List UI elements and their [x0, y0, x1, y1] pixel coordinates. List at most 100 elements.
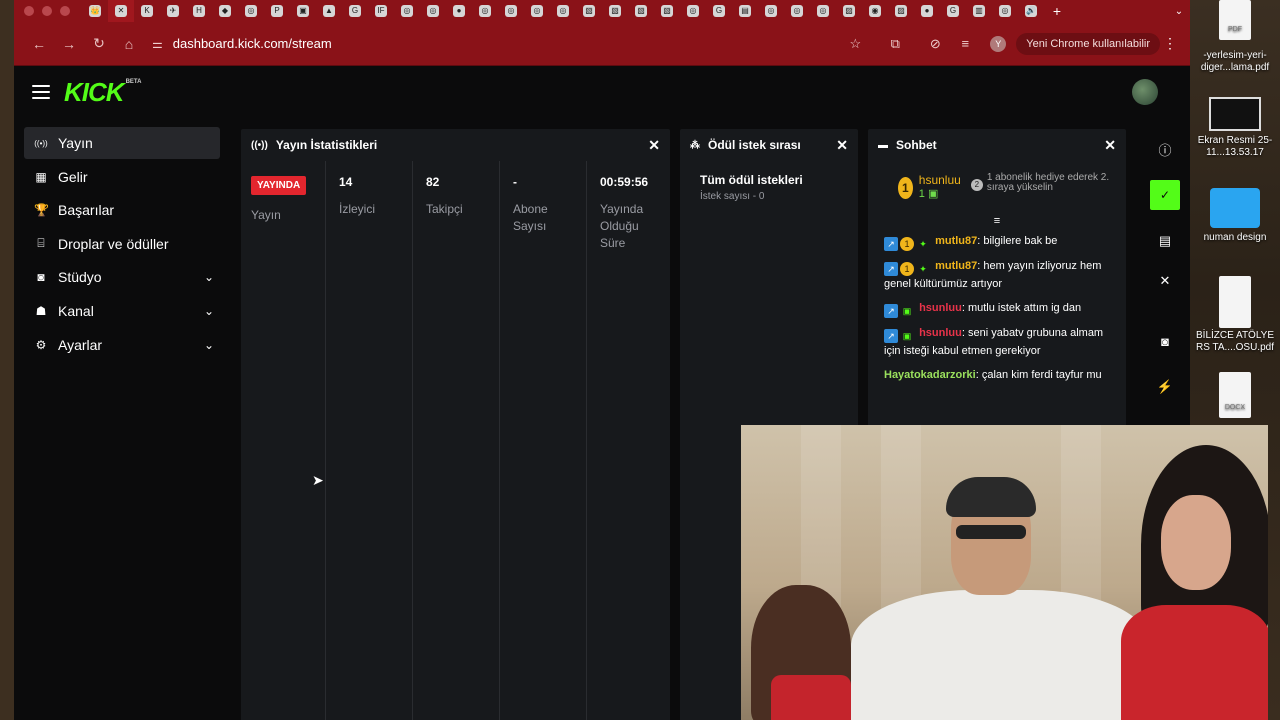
- browser-tab[interactable]: ◎: [992, 0, 1018, 22]
- browser-tab[interactable]: ▲: [316, 0, 342, 22]
- desktop-file-docx[interactable]: DOCX: [1190, 372, 1280, 420]
- sidebar-item-achievements[interactable]: 🏆 Başarılar: [24, 194, 220, 226]
- site-info-icon[interactable]: ⚌: [152, 37, 163, 51]
- forward-button[interactable]: →: [54, 36, 84, 52]
- sidebar-item-stream[interactable]: ((•)) Yayın: [24, 127, 220, 159]
- profile-avatar[interactable]: Y: [990, 35, 1007, 52]
- chat-username[interactable]: mutlu87: [935, 260, 977, 272]
- sidebar-item-revenue[interactable]: ▦ Gelir: [24, 161, 220, 193]
- browser-tab[interactable]: ◎: [420, 0, 446, 22]
- layout-icon[interactable]: ▤: [1147, 221, 1183, 261]
- browser-tab[interactable]: P: [264, 0, 290, 22]
- checkmark-button[interactable]: ✓: [1147, 169, 1183, 221]
- new-tab-button[interactable]: +: [1044, 0, 1070, 22]
- close-window-button[interactable]: [24, 6, 34, 16]
- tab-favicon-icon: ✕: [115, 5, 127, 17]
- browser-tab[interactable]: ▨: [888, 0, 914, 22]
- close-icon[interactable]: ✕: [1147, 261, 1183, 301]
- info-icon[interactable]: ⓘ: [1147, 129, 1183, 169]
- browser-tab[interactable]: ●: [914, 0, 940, 22]
- browser-tab[interactable]: ✈: [160, 0, 186, 22]
- all-requests-title[interactable]: Tüm ödül istekleri: [680, 161, 858, 187]
- desktop-file-pdf-2[interactable]: BİLİZCE ATÖLYE RS TA....OSU.pdf: [1190, 276, 1280, 354]
- chat-username[interactable]: mutlu87: [935, 235, 977, 247]
- home-button[interactable]: ⌂: [114, 36, 144, 52]
- badge-icon: ↗: [884, 262, 898, 276]
- sidebar-item-channel[interactable]: ☗ Kanal ⌄: [24, 295, 220, 327]
- browser-tab[interactable]: ◎: [472, 0, 498, 22]
- user-avatar[interactable]: [1132, 79, 1158, 105]
- sidebar-item-settings[interactable]: ⚙ Ayarlar ⌄: [24, 329, 220, 361]
- hamburger-menu-icon[interactable]: [32, 85, 50, 99]
- desktop-file-screenshot[interactable]: Ekran Resmi 25-11...13.53.17: [1190, 97, 1280, 159]
- stat-value: -: [513, 175, 517, 189]
- browser-tab[interactable]: K: [134, 0, 160, 22]
- back-button[interactable]: ←: [24, 36, 54, 52]
- browser-tab[interactable]: ✕: [108, 0, 134, 22]
- omnibox[interactable]: ⚌ dashboard.kick.com/stream: [152, 36, 840, 51]
- maximize-window-button[interactable]: [60, 6, 70, 16]
- chevron-down-icon[interactable]: ⌄: [204, 270, 214, 284]
- tab-search-button[interactable]: ⌄: [1168, 6, 1190, 17]
- browser-tab[interactable]: ◎: [394, 0, 420, 22]
- browser-tab[interactable]: G: [940, 0, 966, 22]
- close-icon[interactable]: ✕: [648, 137, 660, 154]
- pdf-file-icon: PDF: [1219, 0, 1251, 40]
- panel-title: Yayın İstatistikleri: [275, 138, 378, 152]
- browser-tab[interactable]: ▧: [602, 0, 628, 22]
- browser-tab[interactable]: ▣: [290, 0, 316, 22]
- extension-icon[interactable]: ⊘: [920, 36, 950, 52]
- reload-button[interactable]: ↻: [84, 35, 114, 52]
- browser-tab[interactable]: G: [342, 0, 368, 22]
- browser-tab[interactable]: ◎: [680, 0, 706, 22]
- browser-tab[interactable]: ▨: [836, 0, 862, 22]
- reading-list-icon[interactable]: ≡: [950, 36, 980, 51]
- close-icon[interactable]: ✕: [836, 137, 848, 154]
- browser-tab[interactable]: 🔊: [1018, 0, 1044, 22]
- chat-username[interactable]: Hayatokadarzorki: [884, 369, 976, 381]
- screen-capture-icon[interactable]: ◙: [1147, 321, 1183, 361]
- browser-tab[interactable]: ▧: [576, 0, 602, 22]
- close-icon[interactable]: ✕: [1104, 137, 1116, 154]
- minimize-window-button[interactable]: [42, 6, 52, 16]
- top-gifter[interactable]: hsunluu 1 ▣: [919, 173, 961, 215]
- desktop-file-pdf[interactable]: PDF -yerlesim-yeri-diger...lama.pdf: [1190, 0, 1280, 74]
- extensions-icon[interactable]: ⧉: [880, 36, 910, 52]
- browser-tab[interactable]: ◎: [758, 0, 784, 22]
- browser-tab[interactable]: ◎: [238, 0, 264, 22]
- browser-tab[interactable]: ◎: [524, 0, 550, 22]
- browser-tab[interactable]: ▥: [966, 0, 992, 22]
- browser-tab[interactable]: ◉: [862, 0, 888, 22]
- browser-tab[interactable]: ◎: [550, 0, 576, 22]
- chevron-down-icon[interactable]: ⌄: [204, 338, 214, 352]
- browser-tab[interactable]: ◎: [784, 0, 810, 22]
- browser-tab[interactable]: ●: [446, 0, 472, 22]
- sidebar-item-drops[interactable]: ⌸ Droplar ve ödüller: [24, 228, 220, 260]
- browser-tabs: 👑 ✕ K ✈ H ◆ ◎ P ▣ ▲ G IF ◎ ◎ ● ◎ ◎ ◎ ◎ ▧ ▧ ▧ ▧ ◎ G ▤ ◎ ◎ ◎ ▨ ◉ ▨ ● G ▥ ◎ 🔊: [82, 0, 1044, 22]
- browser-tab[interactable]: ▧: [628, 0, 654, 22]
- browser-tab[interactable]: IF: [368, 0, 394, 22]
- browser-tab[interactable]: 👑: [82, 0, 108, 22]
- browser-tab[interactable]: ◎: [498, 0, 524, 22]
- person-left-shirt: [771, 675, 851, 720]
- gear-icon: ⚙: [35, 337, 47, 352]
- desktop-folder[interactable]: numan design: [1190, 188, 1280, 244]
- chevron-down-icon[interactable]: ⌄: [204, 304, 214, 318]
- browser-tab[interactable]: ▧: [654, 0, 680, 22]
- browser-tab[interactable]: ▤: [732, 0, 758, 22]
- sidebar-item-studio[interactable]: ◙ Stüdyo ⌄: [24, 261, 220, 293]
- browser-menu-icon[interactable]: ⋮: [1160, 35, 1180, 52]
- broadcast-icon: ((•)): [251, 139, 268, 151]
- chat-username[interactable]: hsunluu: [919, 302, 962, 314]
- kick-logo[interactable]: KICK: [64, 77, 125, 108]
- browser-tab[interactable]: H: [186, 0, 212, 22]
- browser-tab[interactable]: G: [706, 0, 732, 22]
- browser-tab[interactable]: ◎: [810, 0, 836, 22]
- tab-favicon-icon: ◎: [765, 5, 777, 17]
- lightning-icon[interactable]: ⚡: [1147, 367, 1183, 407]
- bookmark-star-icon[interactable]: ☆: [840, 36, 870, 52]
- chrome-update-button[interactable]: Yeni Chrome kullanılabilir: [1016, 32, 1160, 55]
- chat-username[interactable]: hsunluu: [919, 327, 962, 339]
- browser-tab[interactable]: ◆: [212, 0, 238, 22]
- collapse-pinned-icon[interactable]: ≡: [868, 215, 1126, 229]
